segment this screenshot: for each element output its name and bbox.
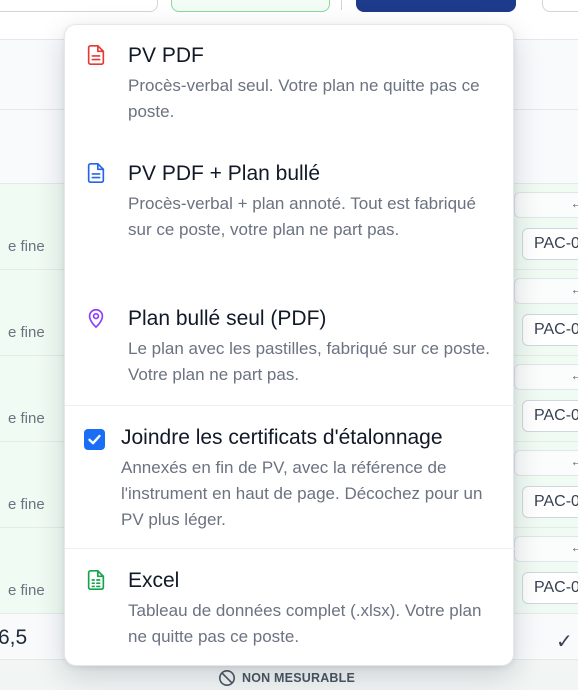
menu-item-description: Le plan avec les pastilles, fabriqué sur… [128,339,490,384]
certificates-description: Annexés en fin de PV, avec la référence … [121,458,483,529]
non-measurable-badge[interactable]: NON MESURABLE [218,669,355,687]
code-value: PAC-0 [534,321,578,338]
row-action[interactable] [514,192,578,218]
menu-item-title: Plan bullé seul (PDF) [128,307,327,330]
export-button[interactable] [356,0,516,12]
arrow-left-icon: ← [570,367,578,383]
menu-item-title: PV PDF + Plan bullé [128,162,321,185]
prohibited-icon [218,669,236,687]
arrow-left-icon: ← [570,281,578,297]
cell-text: e fine [8,496,45,513]
arrow-left-icon: ← [570,453,578,469]
cell-text: e fine [8,324,45,341]
code-value: PAC-0 [534,579,578,596]
certificates-label: Joindre les certificats d'étalonnage [121,426,443,449]
non-measurable-label: NON MESURABLE [242,671,356,685]
certificates-checkbox[interactable] [84,429,105,450]
row-action[interactable] [514,536,578,562]
map-pin-icon [88,308,104,328]
cell-text: e fine [8,410,45,427]
row-action[interactable] [514,278,578,304]
menu-divider [65,405,515,406]
check-icon: ✓ [556,631,573,653]
menu-item-title: Excel [128,569,180,592]
toolbar-button[interactable] [0,0,158,12]
document-icon [87,163,105,183]
cell-text: e fine [8,238,45,255]
code-value: PAC-0 [534,493,578,510]
divider [341,0,342,10]
row-action[interactable] [514,364,578,390]
menu-item-description: Tableau de données complet (.xlsx). Votr… [128,601,482,646]
toolbar-button[interactable] [171,0,330,12]
code-value: PAC-0 [534,407,578,424]
cell-text: e fine [8,582,45,599]
toolbar-button[interactable] [542,0,578,12]
menu-item-title: PV PDF [128,44,204,67]
measured-value: 6,5 [0,626,28,649]
pdf-file-icon [87,45,105,65]
checkmark-icon [88,434,101,445]
menu-divider [65,548,515,549]
menu-item-description: Procès-verbal seul. Votre plan ne quitte… [128,76,480,121]
arrow-left-icon: ← [570,539,578,555]
row-action[interactable] [514,450,578,476]
menu-item-description: Procès-verbal + plan annoté. Tout est fa… [128,194,476,239]
spreadsheet-icon [87,570,105,590]
arrow-left-icon: ← [570,195,578,211]
export-menu: PV PDF Procès-verbal seul. Votre plan ne… [64,24,515,666]
code-value: PAC-0 [534,235,578,252]
